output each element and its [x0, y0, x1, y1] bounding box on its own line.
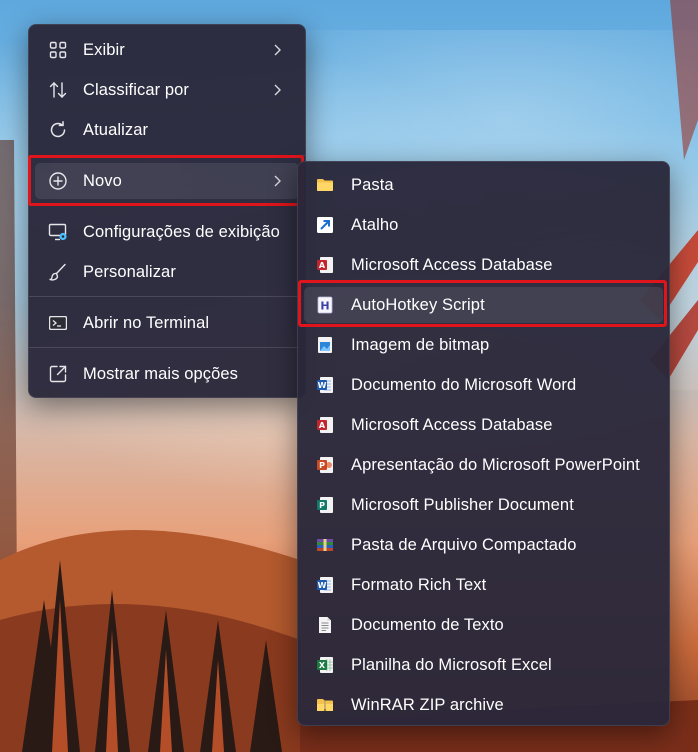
svg-text:P: P	[319, 501, 325, 510]
submenu-item-imagem-de-bitmap[interactable]: Imagem de bitmap	[304, 327, 663, 363]
access-icon: A	[316, 416, 334, 434]
svg-text:X: X	[319, 661, 326, 670]
submenu-item-label: Pasta de Arquivo Compactado	[351, 535, 577, 554]
submenu-item-label: Documento de Texto	[351, 615, 504, 634]
submenu-item-planilha-do-microsoft-excel[interactable]: X Planilha do Microsoft Excel	[304, 647, 663, 683]
text-document-icon	[316, 616, 334, 634]
svg-text:P: P	[319, 461, 325, 470]
publisher-icon: P	[316, 496, 334, 514]
submenu-item-formato-rich-text[interactable]: W Formato Rich Text	[304, 567, 663, 603]
submenu-item-label: Planilha do Microsoft Excel	[351, 655, 552, 674]
shortcut-icon	[316, 216, 334, 234]
svg-text:W: W	[318, 381, 327, 390]
submenu-item-label: Apresentação do Microsoft PowerPoint	[351, 455, 640, 474]
submenu-item-apresentacao-do-microsoft-powerpoint[interactable]: P Apresentação do Microsoft PowerPoint	[304, 447, 663, 483]
submenu-item-label: Pasta	[351, 175, 394, 194]
chevron-right-icon	[274, 44, 281, 56]
brush-icon	[48, 262, 68, 282]
menu-item-configuracoes-de-exibicao[interactable]: Configurações de exibição	[35, 214, 299, 250]
submenu-item-label: Microsoft Access Database	[351, 415, 553, 434]
svg-text:H: H	[320, 300, 329, 313]
menu-item-label: Novo	[83, 171, 122, 190]
submenu-item-label: Formato Rich Text	[351, 575, 487, 594]
submenu-item-autohotkey-script[interactable]: H AutoHotkey Script	[304, 287, 663, 323]
submenu-item-label: Microsoft Publisher Document	[351, 495, 574, 514]
sort-icon	[48, 80, 68, 100]
folder-icon	[316, 176, 334, 194]
svg-text:A: A	[319, 421, 326, 430]
word-icon: W	[316, 376, 334, 394]
submenu-item-label: Microsoft Access Database	[351, 255, 553, 274]
menu-item-label: Classificar por	[83, 80, 190, 99]
menu-item-personalizar[interactable]: Personalizar	[35, 254, 299, 290]
submenu-item-microsoft-access-database-2[interactable]: A Microsoft Access Database	[304, 407, 663, 443]
display-settings-icon	[48, 222, 68, 242]
menu-item-exibir[interactable]: Exibir	[35, 32, 299, 68]
menu-item-label: Configurações de exibição	[83, 222, 280, 241]
zip-folder-icon	[316, 536, 334, 554]
rtf-icon: W	[316, 576, 334, 594]
autohotkey-icon: H	[316, 296, 334, 314]
menu-item-label: Personalizar	[83, 262, 176, 281]
submenu-item-label: AutoHotkey Script	[351, 295, 485, 314]
menu-item-label: Exibir	[83, 40, 125, 59]
submenu-item-microsoft-access-database[interactable]: A Microsoft Access Database	[304, 247, 663, 283]
submenu-item-label: Atalho	[351, 215, 399, 234]
chevron-right-icon	[274, 84, 281, 96]
submenu-item-documento-do-microsoft-word[interactable]: W Documento do Microsoft Word	[304, 367, 663, 403]
svg-text:W: W	[318, 581, 327, 590]
menu-item-label: Abrir no Terminal	[83, 313, 210, 332]
menu-item-label: Atualizar	[83, 120, 149, 139]
submenu-item-label: Documento do Microsoft Word	[351, 375, 577, 394]
submenu-item-pasta[interactable]: Pasta	[304, 167, 663, 203]
access-icon: A	[316, 256, 334, 274]
menu-item-mostrar-mais-opcoes[interactable]: Mostrar mais opções	[35, 356, 299, 392]
menu-separator	[29, 296, 305, 297]
open-external-icon	[48, 364, 68, 384]
menu-item-abrir-no-terminal[interactable]: Abrir no Terminal	[35, 305, 299, 341]
menu-item-atualizar[interactable]: Atualizar	[35, 112, 299, 148]
menu-separator	[29, 347, 305, 348]
submenu-item-microsoft-publisher-document[interactable]: P Microsoft Publisher Document	[304, 487, 663, 523]
submenu-item-documento-de-texto[interactable]: Documento de Texto	[304, 607, 663, 643]
menu-separator	[29, 155, 305, 156]
submenu-item-label: WinRAR ZIP archive	[351, 695, 504, 714]
submenu-item-winrar-zip-archive[interactable]: WinRAR ZIP archive	[304, 687, 663, 723]
submenu-item-label: Imagem de bitmap	[351, 335, 490, 354]
grid-icon	[48, 40, 68, 60]
excel-icon: X	[316, 656, 334, 674]
refresh-icon	[48, 120, 68, 140]
submenu-item-atalho[interactable]: Atalho	[304, 207, 663, 243]
new-submenu: Pasta Atalho A Microsoft Access Database…	[297, 161, 670, 726]
winrar-icon	[316, 696, 334, 714]
add-circle-icon	[48, 171, 68, 191]
menu-item-label: Mostrar mais opções	[83, 364, 239, 383]
menu-separator	[29, 205, 305, 206]
menu-item-novo[interactable]: Novo	[35, 163, 299, 199]
terminal-icon	[48, 313, 68, 333]
svg-text:A: A	[319, 261, 326, 270]
menu-item-classificar-por[interactable]: Classificar por	[35, 72, 299, 108]
submenu-item-pasta-de-arquivo-compactado[interactable]: Pasta de Arquivo Compactado	[304, 527, 663, 563]
desktop-context-menu: Exibir Classificar por Atualizar Novo Co…	[28, 24, 306, 398]
powerpoint-icon: P	[316, 456, 334, 474]
bitmap-icon	[316, 336, 334, 354]
chevron-right-icon	[274, 175, 281, 187]
